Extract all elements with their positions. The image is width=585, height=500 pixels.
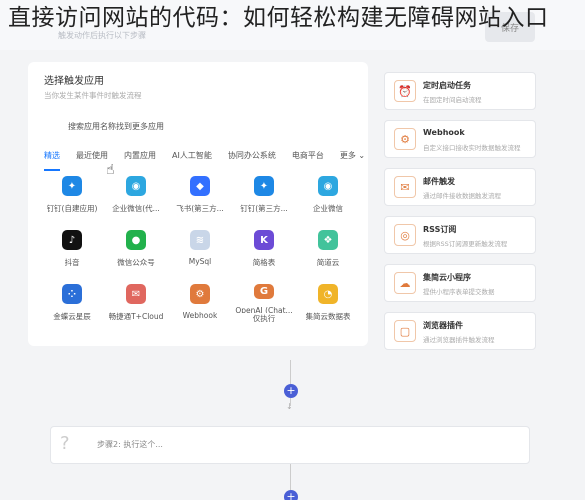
wecom-icon: ◉ bbox=[126, 176, 146, 196]
webhook-icon: ⚙ bbox=[394, 128, 416, 150]
openai-icon: G bbox=[254, 284, 274, 300]
app-grid: ✦ 钉钉(自建应用) ◉ 企业微信(代... ◆ 飞书(第三方... ✦ 钉钉(第三方... ◉… bbox=[40, 176, 360, 324]
tab-ai[interactable]: AI人工智能 bbox=[172, 150, 212, 166]
app-tile[interactable]: ◉ 企业微信(代... bbox=[104, 176, 168, 216]
app-label: 钉钉(自建应用) bbox=[46, 204, 98, 213]
app-tile[interactable]: ◆ 飞书(第三方... bbox=[168, 176, 232, 216]
rss-icon: ◎ bbox=[394, 224, 416, 246]
flow-connector bbox=[290, 360, 291, 384]
wechat-icon: ● bbox=[126, 230, 146, 250]
app-tile[interactable]: K 简格表 bbox=[232, 230, 296, 270]
app-label: 企业微信 bbox=[313, 204, 343, 213]
app-label: Webhook bbox=[182, 311, 218, 320]
dingtalk-icon: ✦ bbox=[62, 176, 82, 196]
app-tile[interactable]: ♪ 抖音 bbox=[40, 230, 104, 270]
mail-icon: ✉ bbox=[394, 176, 416, 198]
app-tile[interactable]: G OpenAI (Chat... 仅执行 bbox=[232, 284, 296, 324]
douyin-icon: ♪ bbox=[62, 230, 82, 250]
category-tabs: 精选 最近使用 内置应用 AI人工智能 协同办公系统 电商平台 更多 ⌄ bbox=[44, 150, 365, 171]
panel-title: 选择触发应用 bbox=[44, 76, 104, 87]
app-label: 企业微信(代... bbox=[112, 204, 160, 213]
tab-ecommerce[interactable]: 电商平台 bbox=[292, 150, 324, 166]
trigger-card[interactable]: ▢ 浏览器插件通过浏览器插件触发流程 bbox=[384, 312, 536, 350]
app-label: MySql bbox=[188, 257, 212, 266]
tab-more[interactable]: 更多 ⌄ bbox=[340, 150, 365, 166]
wecom-chat-icon: ◉ bbox=[318, 176, 338, 196]
app-tile[interactable]: ◉ 企业微信 bbox=[296, 176, 360, 216]
add-step-button[interactable]: + bbox=[284, 490, 298, 500]
tab-office[interactable]: 协同办公系统 bbox=[228, 150, 276, 166]
browser-plugin-icon: ▢ bbox=[394, 320, 416, 342]
add-step-button[interactable]: + bbox=[284, 384, 298, 398]
dingtalk-third-icon: ✦ bbox=[254, 176, 274, 196]
app-tile[interactable]: ❖ 简道云 bbox=[296, 230, 360, 270]
app-tile[interactable]: ● 微信公众号 bbox=[104, 230, 168, 270]
tab-builtin[interactable]: 内置应用 bbox=[124, 150, 156, 166]
trigger-card-desc: 根据RSS订阅源更新触发流程 bbox=[423, 240, 508, 248]
trigger-card-title: 浏览器插件 bbox=[423, 321, 463, 330]
trigger-card[interactable]: ☁ 集简云小程序提供小程序表单提交数据 bbox=[384, 264, 536, 302]
app-extra-label: 仅执行 bbox=[252, 314, 276, 323]
trigger-card[interactable]: ✉ 邮件触发通过邮件接收数据触发流程 bbox=[384, 168, 536, 206]
app-label: 金蝶云星辰 bbox=[53, 312, 91, 321]
app-tile[interactable]: ⚙ Webhook bbox=[168, 284, 232, 324]
trigger-card-title: 集简云小程序 bbox=[423, 273, 471, 282]
mysql-icon: ≋ bbox=[190, 230, 210, 250]
trigger-card-title: Webhook bbox=[423, 128, 465, 137]
app-tile[interactable]: ≋ MySql bbox=[168, 230, 232, 270]
miniprogram-icon: ☁ bbox=[394, 272, 416, 294]
trigger-app-panel: 选择触发应用 当你发生某件事件时触发流程 搜索应用名称找到更多应用 精选 最近使… bbox=[28, 62, 368, 346]
tab-recent[interactable]: 最近使用 bbox=[76, 150, 108, 166]
chanjet-icon: ✉ bbox=[126, 284, 146, 304]
app-tile[interactable]: ✉ 畅捷通T+Cloud bbox=[104, 284, 168, 324]
search-input[interactable]: 搜索应用名称找到更多应用 bbox=[68, 121, 164, 132]
app-label: OpenAI (Chat... bbox=[235, 306, 293, 313]
app-label: 飞书(第三方... bbox=[176, 204, 224, 213]
app-label: 简道云 bbox=[316, 258, 340, 267]
jiandaoyun-icon: ❖ bbox=[318, 230, 338, 250]
app-tile[interactable]: ⁘ 金蝶云星辰 bbox=[40, 284, 104, 324]
feishu-icon: ◆ bbox=[190, 176, 210, 196]
trigger-card-desc: 提供小程序表单提交数据 bbox=[423, 288, 495, 296]
question-icon: ? bbox=[60, 433, 70, 454]
app-tile[interactable]: ◔ 集简云数据表 bbox=[296, 284, 360, 324]
jijianyun-table-icon: ◔ bbox=[318, 284, 338, 304]
trigger-card-title: 邮件触发 bbox=[423, 177, 455, 186]
trigger-card-list: ⏰ 定时启动任务在固定时间启动流程 ⚙ Webhook 自定义接口接收实时数据触发流程 ✉… bbox=[384, 72, 536, 360]
alarm-clock-icon: ⏰ bbox=[394, 80, 416, 102]
panel-subtitle: 当你发生某件事件时触发流程 bbox=[44, 91, 142, 100]
trigger-card-desc: 自定义接口接收实时数据触发流程 bbox=[423, 144, 521, 152]
trigger-card[interactable]: ⏰ 定时启动任务在固定时间启动流程 bbox=[384, 72, 536, 110]
app-label: 集简云数据表 bbox=[305, 312, 351, 321]
kingdee-icon: ⁘ bbox=[62, 284, 82, 304]
tab-featured[interactable]: 精选 bbox=[44, 150, 60, 171]
app-label: 钉钉(第三方... bbox=[240, 204, 288, 213]
trigger-card-desc: 通过浏览器插件触发流程 bbox=[423, 336, 495, 344]
webhook-icon: ⚙ bbox=[190, 284, 210, 304]
app-label: 简格表 bbox=[252, 258, 276, 267]
arrow-down-icon: ↓ bbox=[286, 402, 293, 411]
trigger-card-title: RSS订阅 bbox=[423, 225, 457, 234]
trigger-card[interactable]: ◎ RSS订阅根据RSS订阅源更新触发流程 bbox=[384, 216, 536, 254]
flow-connector bbox=[290, 464, 291, 490]
trigger-card-title: 定时启动任务 bbox=[423, 81, 471, 90]
trigger-card-desc: 通过邮件接收数据触发流程 bbox=[423, 192, 501, 200]
app-label: 畅捷通T+Cloud bbox=[108, 312, 164, 321]
step-2-card[interactable]: ? 步骤2: 执行这个... bbox=[50, 426, 530, 464]
jiange-icon: K bbox=[254, 230, 274, 250]
app-label: 抖音 bbox=[64, 258, 80, 267]
trigger-card-desc: 在固定时间启动流程 bbox=[423, 96, 482, 104]
app-label: 微信公众号 bbox=[117, 258, 155, 267]
app-tile[interactable]: ✦ 钉钉(自建应用) bbox=[40, 176, 104, 216]
app-tile[interactable]: ✦ 钉钉(第三方... bbox=[232, 176, 296, 216]
overlay-title: 直接访问网站的代码：如何轻松构建无障碍网站入口 bbox=[8, 5, 549, 31]
step-2-label: 步骤2: 执行这个... bbox=[97, 440, 163, 449]
trigger-card[interactable]: ⚙ Webhook 自定义接口接收实时数据触发流程 bbox=[384, 120, 536, 158]
